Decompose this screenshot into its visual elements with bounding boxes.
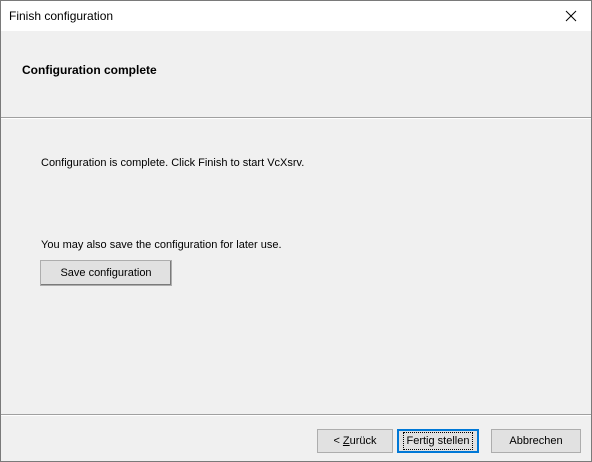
back-button-prefix: < <box>333 435 343 447</box>
finish-configuration-dialog: Finish configuration Configuration compl… <box>0 0 592 462</box>
save-hint-message: You may also save the configuration for … <box>41 239 282 251</box>
back-button-mnemonic: Z <box>342 435 350 447</box>
footer-divider <box>1 414 591 416</box>
title-bar: Finish configuration <box>1 1 591 31</box>
header-divider <box>1 117 591 119</box>
cancel-button[interactable]: Abbrechen <box>491 429 581 453</box>
completion-message: Configuration is complete. Click Finish … <box>41 157 305 169</box>
page-title: Configuration complete <box>22 63 157 77</box>
close-icon <box>565 10 577 22</box>
window-title: Finish configuration <box>9 9 114 23</box>
finish-button-label: Fertig stellen <box>402 432 474 450</box>
back-button[interactable]: < Zurück <box>317 429 393 453</box>
wizard-header: Configuration complete <box>1 31 591 117</box>
finish-button[interactable]: Fertig stellen <box>397 429 479 453</box>
save-configuration-button[interactable]: Save configuration <box>40 260 172 286</box>
back-button-rest: urück <box>349 435 377 447</box>
close-button[interactable] <box>551 1 591 31</box>
